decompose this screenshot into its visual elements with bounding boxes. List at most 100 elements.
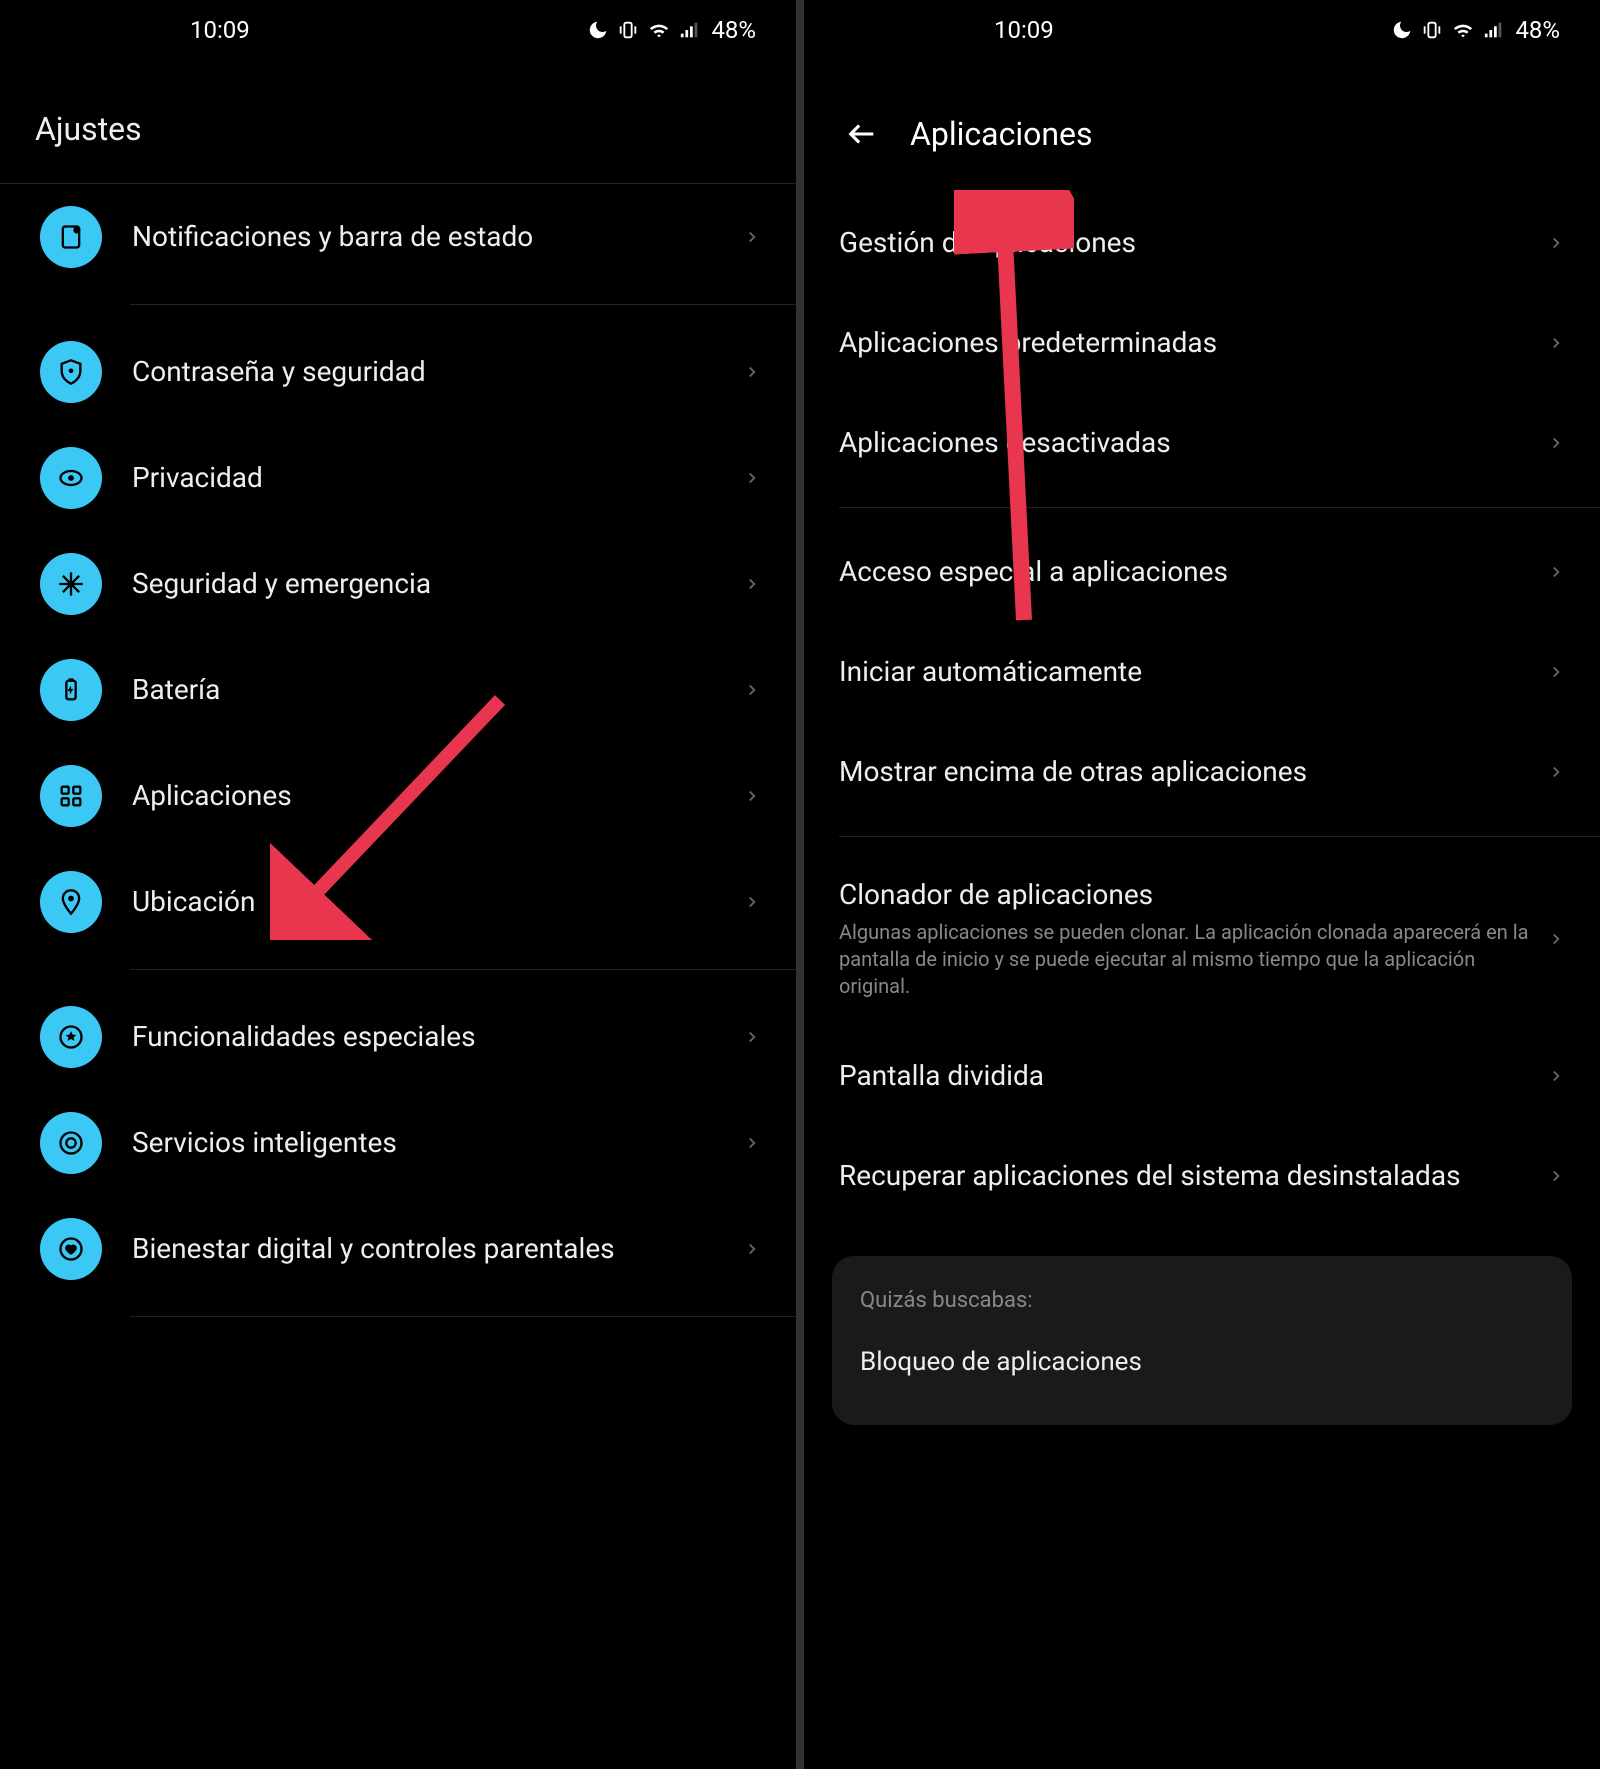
row-battery[interactable]: Batería — [0, 637, 796, 743]
settings-list: Notificaciones y barra de estado Contras… — [0, 184, 796, 1317]
chevron-right-icon — [1547, 930, 1565, 948]
eye-icon — [40, 447, 102, 509]
row-label: Batería — [132, 672, 731, 708]
battery-icon — [40, 659, 102, 721]
row-special-access[interactable]: Acceso especial a aplicaciones — [804, 522, 1600, 622]
row-label: Gestión de aplicaciones — [839, 225, 1535, 261]
row-label: Aplicaciones desactivadas — [839, 425, 1535, 461]
row-recover-system-apps[interactable]: Recuperar aplicaciones del sistema desin… — [804, 1126, 1600, 1226]
row-digital-wellbeing[interactable]: Bienestar digital y controles parentales — [0, 1196, 796, 1302]
chevron-right-icon — [1547, 663, 1565, 681]
wifi-icon — [1451, 19, 1475, 41]
settings-screen: 10:09 48% Ajustes Notificaciones y barra… — [0, 0, 796, 1769]
row-label: Acceso especial a aplicaciones — [839, 554, 1535, 590]
status-right: 48% — [1391, 16, 1560, 44]
row-manage-apps[interactable]: Gestión de aplicaciones — [804, 193, 1600, 293]
row-privacy[interactable]: Privacidad — [0, 425, 796, 531]
row-split-screen[interactable]: Pantalla dividida — [804, 1026, 1600, 1126]
page-title: Aplicaciones — [910, 115, 1093, 153]
suggestion-item[interactable]: Bloqueo de aplicaciones — [860, 1347, 1544, 1377]
row-label: Ubicación — [132, 884, 731, 920]
status-time: 10:09 — [994, 16, 1054, 44]
status-icons — [1391, 19, 1505, 41]
suggestion-box: Quizás buscabas: Bloqueo de aplicaciones — [832, 1256, 1572, 1425]
shield-icon — [40, 341, 102, 403]
row-label: Funcionalidades especiales — [132, 1019, 731, 1055]
row-label: Servicios inteligentes — [132, 1125, 731, 1161]
row-label: Recuperar aplicaciones del sistema desin… — [839, 1158, 1535, 1194]
row-special-features[interactable]: Funcionalidades especiales — [0, 984, 796, 1090]
moon-icon — [587, 19, 609, 41]
signal-icon — [1483, 19, 1505, 41]
circle-icon — [40, 1112, 102, 1174]
medical-icon — [40, 553, 102, 615]
wifi-icon — [647, 19, 671, 41]
status-bar: 10:09 48% — [0, 0, 796, 60]
row-label: Contraseña y seguridad — [132, 354, 731, 390]
row-password-security[interactable]: Contraseña y seguridad — [0, 319, 796, 425]
row-smart-services[interactable]: Servicios inteligentes — [0, 1090, 796, 1196]
row-location[interactable]: Ubicación — [0, 849, 796, 955]
chevron-right-icon — [1547, 334, 1565, 352]
chevron-right-icon — [743, 681, 761, 699]
chevron-right-icon — [743, 1240, 761, 1258]
row-label: Notificaciones y barra de estado — [132, 219, 731, 255]
applications-list: Gestión de aplicaciones Aplicaciones pre… — [804, 193, 1600, 1226]
status-icons — [587, 19, 701, 41]
row-disabled-apps[interactable]: Aplicaciones desactivadas — [804, 393, 1600, 493]
chevron-right-icon — [743, 469, 761, 487]
chevron-right-icon — [1547, 434, 1565, 452]
row-label: Aplicaciones — [132, 778, 731, 814]
row-app-cloner[interactable]: Clonador de aplicaciones Algunas aplicac… — [804, 851, 1600, 1026]
divider — [839, 507, 1600, 508]
chevron-right-icon — [1547, 763, 1565, 781]
chevron-right-icon — [743, 893, 761, 911]
page-title: Ajustes — [0, 60, 796, 183]
row-label: Clonador de aplicaciones — [839, 877, 1535, 913]
status-right: 48% — [587, 16, 756, 44]
divider — [839, 836, 1600, 837]
row-notifications[interactable]: Notificaciones y barra de estado — [0, 184, 796, 290]
chevron-right-icon — [743, 228, 761, 246]
row-sublabel: Algunas aplicaciones se pueden clonar. L… — [839, 919, 1535, 1000]
back-button[interactable] — [844, 116, 880, 152]
chevron-right-icon — [1547, 1067, 1565, 1085]
vibrate-icon — [617, 19, 639, 41]
divider — [130, 969, 796, 970]
status-bar: 10:09 48% — [804, 0, 1600, 60]
chevron-right-icon — [743, 1028, 761, 1046]
row-emergency[interactable]: Seguridad y emergencia — [0, 531, 796, 637]
row-applications[interactable]: Aplicaciones — [0, 743, 796, 849]
apps-icon — [40, 765, 102, 827]
chevron-right-icon — [1547, 1167, 1565, 1185]
row-label: Mostrar encima de otras aplicaciones — [839, 754, 1535, 790]
row-autostart[interactable]: Iniciar automáticamente — [804, 622, 1600, 722]
notification-icon — [40, 206, 102, 268]
vibrate-icon — [1421, 19, 1443, 41]
row-default-apps[interactable]: Aplicaciones predeterminadas — [804, 293, 1600, 393]
row-label: Iniciar automáticamente — [839, 654, 1535, 690]
status-battery: 48% — [1515, 16, 1560, 44]
chevron-right-icon — [1547, 563, 1565, 581]
chevron-right-icon — [743, 575, 761, 593]
chevron-right-icon — [1547, 234, 1565, 252]
page-header: Aplicaciones — [804, 60, 1600, 193]
status-time: 10:09 — [190, 16, 250, 44]
row-display-over-apps[interactable]: Mostrar encima de otras aplicaciones — [804, 722, 1600, 822]
heart-icon — [40, 1218, 102, 1280]
row-label: Bienestar digital y controles parentales — [132, 1231, 731, 1267]
signal-icon — [679, 19, 701, 41]
chevron-right-icon — [743, 787, 761, 805]
star-icon — [40, 1006, 102, 1068]
row-label: Seguridad y emergencia — [132, 566, 731, 602]
divider — [130, 304, 796, 305]
chevron-right-icon — [743, 363, 761, 381]
status-battery: 48% — [711, 16, 756, 44]
row-label: Privacidad — [132, 460, 731, 496]
suggestion-title: Quizás buscabas: — [860, 1288, 1544, 1313]
location-icon — [40, 871, 102, 933]
chevron-right-icon — [743, 1134, 761, 1152]
row-label: Pantalla dividida — [839, 1058, 1535, 1094]
row-label: Aplicaciones predeterminadas — [839, 325, 1535, 361]
applications-screen: 10:09 48% Aplicaciones Gestión de aplica… — [804, 0, 1600, 1769]
